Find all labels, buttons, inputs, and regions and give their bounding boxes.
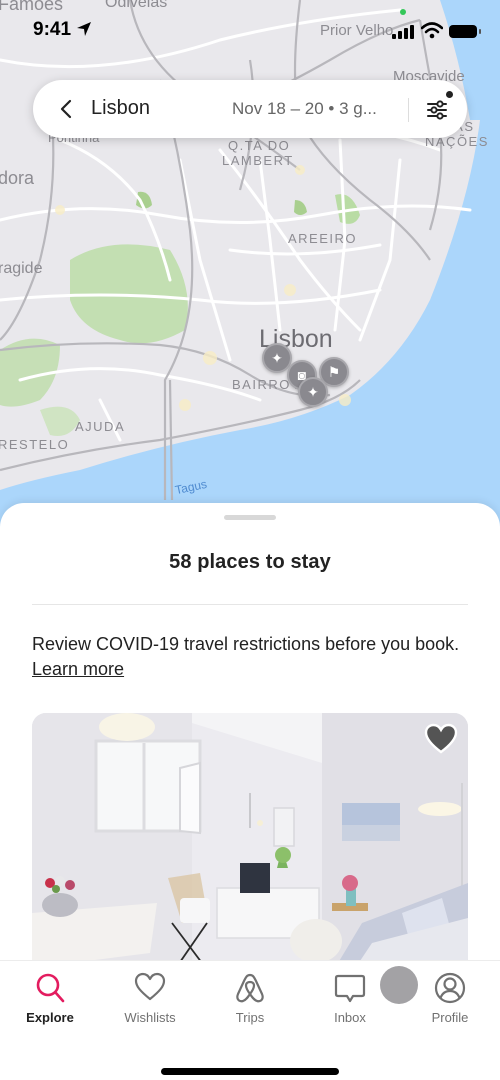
results-count-title: 58 places to stay bbox=[169, 551, 331, 573]
listing-photo[interactable] bbox=[32, 713, 468, 963]
message-icon bbox=[334, 974, 366, 1003]
wishlist-button[interactable] bbox=[424, 723, 458, 755]
back-button[interactable] bbox=[51, 94, 81, 124]
status-time: 9:41 bbox=[33, 19, 72, 40]
sheet-divider bbox=[32, 604, 468, 605]
heart-icon bbox=[424, 723, 458, 754]
covid-notice: Review COVID-19 travel restrictions befo… bbox=[32, 632, 472, 682]
camera-in-use-indicator bbox=[400, 9, 406, 15]
profile-icon bbox=[434, 972, 466, 1004]
map-label-qta-do: Q.TA DO bbox=[228, 138, 291, 153]
tab-label: Explore bbox=[26, 1010, 74, 1025]
sparkle-icon: ✦ bbox=[271, 349, 283, 366]
listing-photo-image bbox=[32, 713, 468, 963]
search-location[interactable]: Lisbon bbox=[91, 97, 150, 120]
map-label-restelo: RESTELO bbox=[0, 437, 70, 452]
home-indicator[interactable] bbox=[161, 1068, 339, 1075]
map-label-lambert: LAMBERT bbox=[222, 153, 294, 168]
learn-more-link[interactable]: Learn more bbox=[32, 659, 124, 679]
map-label-dora: dora bbox=[0, 168, 35, 188]
search-summary-bar[interactable]: Lisbon Nov 18 – 20 • 3 g... bbox=[33, 80, 467, 138]
covid-notice-text: Review COVID-19 travel restrictions befo… bbox=[32, 634, 460, 654]
location-arrow-icon bbox=[77, 22, 91, 36]
battery-icon bbox=[449, 25, 481, 38]
map-label-ajuda: AJUDA bbox=[75, 419, 126, 434]
filters-button[interactable] bbox=[421, 94, 453, 126]
tab-label: Wishlists bbox=[124, 1010, 176, 1025]
tab-label: Profile bbox=[431, 1010, 469, 1025]
sparkle-icon: ✦ bbox=[307, 383, 319, 400]
tab-explore[interactable]: Explore bbox=[0, 971, 100, 1033]
map-pin-sparkle[interactable]: ✦ bbox=[298, 377, 328, 407]
signpost-icon: ⚑ bbox=[327, 363, 341, 380]
bottom-tab-bar: Explore Wishlists Trips Inbox Profile bbox=[0, 960, 500, 1080]
tab-label: Inbox bbox=[334, 1010, 366, 1025]
search-dates-guests[interactable]: Nov 18 – 20 • 3 g... bbox=[232, 99, 377, 119]
sliders-icon bbox=[427, 100, 447, 120]
results-sheet[interactable]: 58 places to stay Review COVID-19 travel… bbox=[0, 503, 500, 963]
tab-label: Trips bbox=[235, 1010, 265, 1025]
map-label-areeiro: AREEIRO bbox=[288, 231, 358, 246]
cellular-signal-icon bbox=[392, 25, 414, 39]
sheet-grabber-handle[interactable] bbox=[224, 515, 276, 520]
status-bar: 9:41 bbox=[0, 0, 500, 60]
heart-outline-icon bbox=[134, 972, 166, 1001]
tab-wishlists[interactable]: Wishlists bbox=[100, 971, 200, 1033]
airbnb-logo-icon bbox=[236, 973, 264, 1003]
tab-trips[interactable]: Trips bbox=[200, 971, 300, 1033]
pill-divider bbox=[408, 98, 409, 122]
touch-indicator bbox=[380, 966, 418, 1004]
map-label-ragide: ragide bbox=[0, 260, 43, 277]
wifi-icon bbox=[421, 22, 443, 39]
search-icon bbox=[36, 973, 65, 1003]
chevron-left-icon bbox=[60, 99, 72, 119]
filter-active-indicator bbox=[446, 91, 453, 98]
